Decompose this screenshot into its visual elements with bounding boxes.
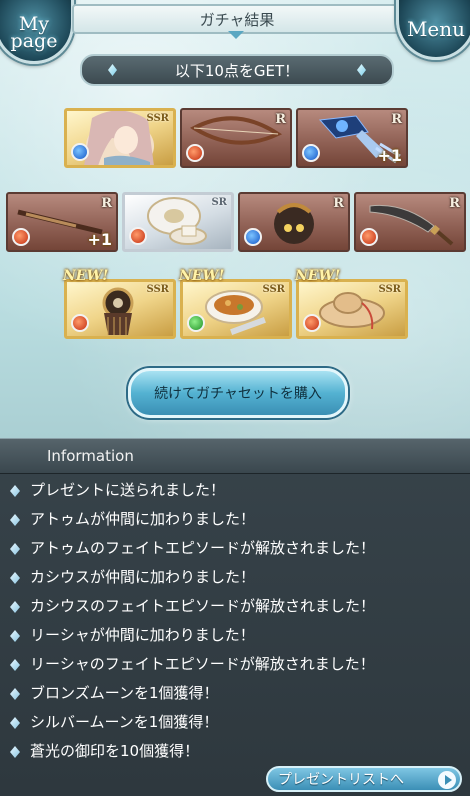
information-line: アトゥムが仲間に加わりました！ <box>0 507 470 536</box>
water-element-icon <box>71 143 89 161</box>
gacha-item-3[interactable]: R +1 <box>296 108 408 168</box>
plus-bonus: +1 <box>87 230 112 249</box>
fire-element-icon <box>71 314 89 332</box>
information-line: シルバームーンを1個獲得！ <box>0 710 470 739</box>
fire-element-icon <box>12 228 30 246</box>
rarity-label: R <box>275 112 286 127</box>
information-text: プレゼントに送られました！ <box>30 481 226 499</box>
gacha-item-6[interactable]: R <box>238 192 350 252</box>
rarity-label: SSR <box>378 284 401 295</box>
mypage-label-line2: page <box>10 30 58 52</box>
information-line: カシウスのフェイトエピソードが解放されました！ <box>0 594 470 623</box>
gacha-item-5[interactable]: SR <box>122 192 234 252</box>
crystal-bullet-icon <box>10 572 20 584</box>
crystal-bullet-icon <box>10 688 20 700</box>
crystal-bullet-icon <box>10 630 20 642</box>
play-arrow-icon <box>438 771 456 789</box>
crystal-bullet-icon <box>10 485 20 497</box>
crystal-bullet-icon <box>10 659 20 671</box>
gacha-item-8[interactable]: NEW! SSR <box>63 268 176 339</box>
present-list-button[interactable]: プレゼントリストへ <box>266 766 462 792</box>
crystal-bullet-icon <box>10 746 20 758</box>
crystal-bullet-icon <box>10 601 20 613</box>
gacha-item-10[interactable]: NEW! SSR <box>295 268 408 339</box>
information-line: プレゼントに送られました！ <box>0 478 470 507</box>
information-text: リーシャが仲間に加わりました！ <box>30 626 255 644</box>
information-text: リーシャのフェイトエピソードが解放されました！ <box>30 655 375 673</box>
result-banner-text: 以下10点をGET！ <box>174 61 300 80</box>
gacha-item-9[interactable]: NEW! SSR <box>179 268 292 339</box>
rarity-label: R <box>391 112 402 127</box>
information-text: アトゥムのフェイトエピソードが解放されました！ <box>30 539 376 557</box>
rarity-label: R <box>449 196 460 211</box>
information-line: ブロンズムーンを1個獲得！ <box>0 681 470 710</box>
title-marker-icon <box>228 31 244 39</box>
crystal-icon <box>357 64 366 76</box>
gacha-item-4[interactable]: R +1 <box>6 192 118 252</box>
information-line: カシウスが仲間に加わりました！ <box>0 565 470 594</box>
rarity-label: R <box>333 196 344 211</box>
crystal-bullet-icon <box>10 514 20 526</box>
information-text: カシウスのフェイトエピソードが解放されました！ <box>30 597 376 615</box>
buy-gacha-set-button[interactable]: 続けてガチャセットを購入 <box>128 368 348 418</box>
rarity-label: SR <box>211 197 227 208</box>
gacha-item-1[interactable]: SSR <box>64 108 176 168</box>
information-line: 蒼光の御印を10個獲得！ <box>0 739 470 768</box>
information-text: カシウスが仲間に加わりました！ <box>30 568 256 586</box>
fire-element-icon <box>303 314 321 332</box>
rarity-label: SSR <box>262 284 285 295</box>
information-line: リーシャが仲間に加わりました！ <box>0 623 470 652</box>
gacha-item-7[interactable]: R <box>354 192 466 252</box>
rarity-label: SSR <box>146 113 169 124</box>
fire-element-icon <box>360 228 378 246</box>
crystal-bullet-icon <box>10 717 20 729</box>
information-header: Information <box>0 438 470 474</box>
water-element-icon <box>244 228 262 246</box>
plus-bonus: +1 <box>377 146 402 165</box>
fire-element-icon <box>129 227 147 245</box>
information-text: シルバームーンを1個獲得！ <box>30 713 219 731</box>
information-panel: Information プレゼントに送られました！ アトゥムが仲間に加わりました… <box>0 438 470 796</box>
result-banner: 以下10点をGET！ <box>80 54 394 86</box>
menu-button[interactable]: Menu <box>396 0 470 60</box>
information-text: ブロンズムーンを1個獲得！ <box>30 684 219 702</box>
information-list: プレゼントに送られました！ アトゥムが仲間に加わりました！ アトゥムのフェイトエ… <box>0 478 470 768</box>
mypage-button[interactable]: My page <box>0 0 74 64</box>
present-list-label: プレゼントリストへ <box>278 772 404 788</box>
fire-element-icon <box>186 144 204 162</box>
information-text: アトゥムが仲間に加わりました！ <box>30 510 256 528</box>
information-line: アトゥムのフェイトエピソードが解放されました！ <box>0 536 470 565</box>
information-line: リーシャのフェイトエピソードが解放されました！ <box>0 652 470 681</box>
gacha-result-area: My page ガチャ結果 Menu 以下10点をGET！ SSR R R +1… <box>0 0 470 438</box>
information-heading: Information <box>47 447 134 465</box>
gacha-item-2[interactable]: R <box>180 108 292 168</box>
crystal-bullet-icon <box>10 543 20 555</box>
page-title: ガチャ結果 <box>72 4 402 34</box>
water-element-icon <box>302 144 320 162</box>
crystal-icon <box>108 64 117 76</box>
rarity-label: SSR <box>146 284 169 295</box>
information-text: 蒼光の御印を10個獲得！ <box>30 742 200 760</box>
wind-element-icon <box>187 314 205 332</box>
rarity-label: R <box>101 196 112 211</box>
